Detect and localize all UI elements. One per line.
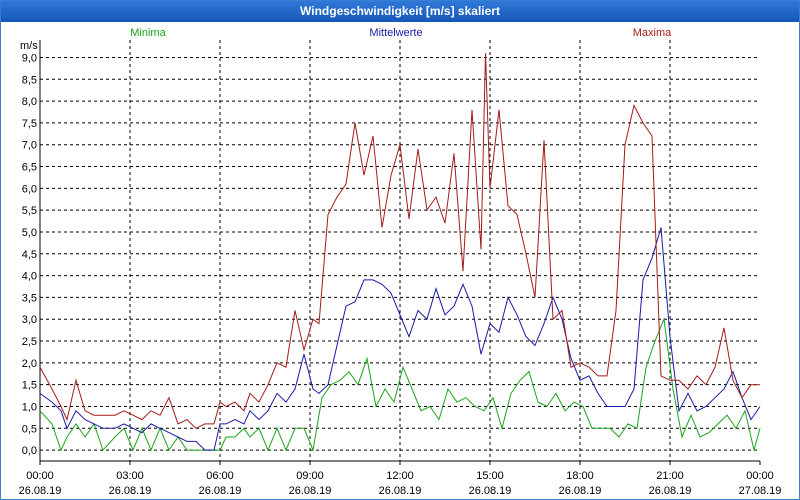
y-tick-label: 6,0: [22, 183, 37, 195]
y-tick-label: 8,0: [22, 96, 37, 108]
y-tick-label: 2,0: [22, 358, 37, 370]
y-tick-label: 0,0: [22, 445, 37, 457]
x-tick-label-date: 26.08.19: [199, 485, 242, 497]
y-tick-label: 7,5: [22, 118, 37, 130]
x-tick-label-time: 00:00: [26, 470, 54, 482]
y-tick-label: 6,5: [22, 162, 37, 174]
x-tick-label-date: 26.08.19: [379, 485, 422, 497]
grid-lines: [40, 40, 760, 461]
x-tick-label-date: 27.08.19: [739, 485, 782, 497]
x-tick-label-time: 03:00: [116, 470, 144, 482]
legend-entry: Mittelwerte: [369, 27, 422, 39]
y-tick-label: 2,5: [22, 336, 37, 348]
x-tick-label-time: 18:00: [566, 470, 594, 482]
legend-entry: Maxima: [633, 27, 672, 39]
y-tick-label: 4,5: [22, 249, 37, 261]
y-tick-label: 9,0: [22, 52, 37, 64]
legend-entry: Minima: [130, 27, 166, 39]
x-tick-label-date: 26.08.19: [649, 485, 692, 497]
y-tick-label: 5,5: [22, 205, 37, 217]
y-tick-label: 1,0: [22, 401, 37, 413]
y-tick-label: 4,0: [22, 271, 37, 283]
legend: Minima Mittelwerte Maxima: [130, 27, 672, 39]
y-tick-labels: 0,0 0,5 1,0 1,5 2,0 2,5 3,0 3,5 4,0 4,5 5,0 5,5 6,0 6…: [22, 52, 37, 457]
x-tick-label-time: 09:00: [296, 470, 324, 482]
x-tick-label-date: 26.08.19: [469, 485, 512, 497]
x-tick-label-time: 15:00: [476, 470, 504, 482]
y-tick-label: 7,0: [22, 140, 37, 152]
x-tick-labels: 00:00 26.08.19 03:00 26.08.19 06:00 26.08.19 0…: [19, 461, 782, 497]
series-line: [39, 227, 761, 451]
x-tick-label-time: 00:00: [746, 470, 774, 482]
wind-speed-chart: m/s 0,0 0,5 1,0 1,5 2,0 2,5 3,0 3,5 4,0 4,5 5,0 5,5…: [19, 27, 782, 497]
x-tick-label-date: 26.08.19: [559, 485, 602, 497]
x-tick-label-time: 06:00: [206, 470, 234, 482]
y-tick-label: 1,5: [22, 380, 37, 392]
y-tick-label: 0,5: [22, 423, 37, 435]
x-tick-label-date: 26.08.19: [19, 485, 62, 497]
y-axis-unit-label: m/s: [20, 40, 38, 52]
x-tick-label-date: 26.08.19: [109, 485, 152, 497]
y-tick-label: 3,0: [22, 314, 37, 326]
y-tick-label: 8,5: [22, 74, 37, 86]
x-tick-label-date: 26.08.19: [289, 485, 332, 497]
y-tick-label: 5,0: [22, 227, 37, 239]
x-tick-label-time: 12:00: [386, 470, 414, 482]
x-tick-label-time: 21:00: [656, 470, 684, 482]
y-tick-label: 3,5: [22, 292, 37, 304]
